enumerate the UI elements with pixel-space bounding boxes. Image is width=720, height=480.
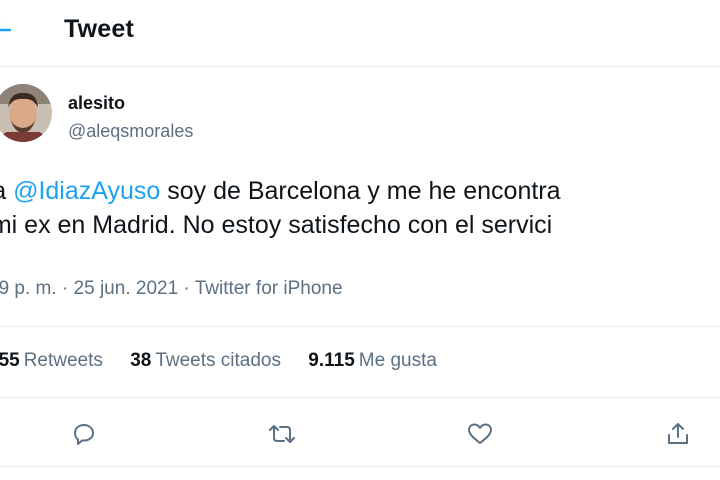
retweets-stat[interactable]: 355Retweets: [0, 350, 103, 372]
quotes-label: Tweets citados: [155, 350, 281, 371]
page-title: Tweet: [64, 15, 134, 43]
tweet-line-2: a mi ex en Madrid. No estoy satisfecho c…: [0, 211, 553, 239]
retweets-count: 355: [0, 350, 20, 371]
tweet-meta: 39 p. m. · 25 jun. 2021 · Twitter for iP…: [0, 278, 343, 300]
tweet-source-app[interactable]: Twitter for iPhone: [195, 278, 343, 299]
share-button[interactable]: [658, 414, 698, 454]
meta-separator: ·: [61, 278, 69, 299]
back-button[interactable]: [0, 14, 18, 46]
avatar[interactable]: [0, 84, 52, 142]
tweet-text-prefix: Tía: [0, 177, 13, 205]
retweet-icon: [269, 425, 295, 443]
reply-button[interactable]: [64, 414, 104, 454]
like-icon: [468, 423, 492, 444]
like-button[interactable]: [460, 414, 500, 454]
author-handle[interactable]: @aleqsmorales: [68, 121, 193, 142]
likes-count: 9.115: [308, 350, 355, 371]
top-bar: Tweet: [0, 0, 720, 64]
share-icon: [668, 423, 688, 444]
author-display-name[interactable]: alesito: [68, 93, 125, 114]
tweet-text-suffix: soy de Barcelona y me he encontra: [160, 177, 561, 205]
tweet-line-1: Tía @IdiazAyuso soy de Barcelona y me he…: [0, 174, 720, 208]
reply-icon: [74, 424, 94, 445]
quotes-stat[interactable]: 38 Tweets citados: [130, 350, 281, 372]
retweets-label: Retweets: [23, 350, 103, 371]
header-divider: [0, 66, 720, 67]
tweet-date: 25 jun. 2021: [73, 278, 179, 299]
quotes-count: 38: [130, 350, 152, 371]
arrow-left-icon: [0, 21, 12, 39]
likes-label: Me gusta: [358, 350, 437, 371]
meta-divider: [0, 326, 720, 327]
likes-stat[interactable]: 9.115 Me gusta: [308, 350, 437, 372]
retweet-button[interactable]: [262, 414, 302, 454]
mention-link[interactable]: @IdiazAyuso: [13, 177, 160, 205]
actions-divider: [0, 466, 720, 467]
stats-divider: [0, 397, 720, 398]
tweet-stats: 355Retweets 38Tweets citados 9.115Me gus…: [0, 350, 459, 372]
meta-separator-2: ·: [183, 278, 190, 299]
tweet-time: 39 p. m.: [0, 278, 57, 299]
tweet-actions: [0, 414, 720, 454]
tweet-text: Tía @IdiazAyuso soy de Barcelona y me he…: [0, 174, 720, 242]
